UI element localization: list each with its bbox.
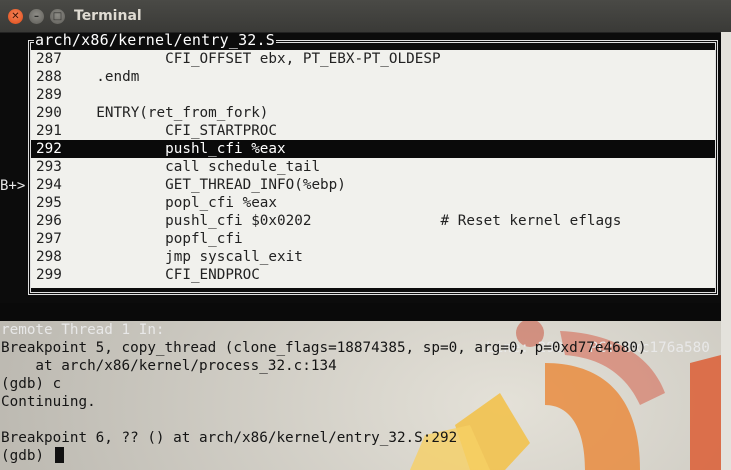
line-code: GET_THREAD_INFO(%ebp) bbox=[61, 177, 346, 193]
line-code: CFI_STARTPROC bbox=[61, 123, 278, 139]
line-number: 296 bbox=[36, 213, 62, 229]
line-code: .endm bbox=[61, 69, 140, 85]
source-line: 293 call schedule_tail bbox=[31, 158, 715, 176]
line-code: ENTRY(ret_from_fork) bbox=[61, 105, 269, 121]
gdb-console[interactable]: Breakpoint 5, copy_thread (clone_flags=1… bbox=[1, 339, 721, 465]
line-number: 298 bbox=[36, 249, 62, 265]
line-code: pushl_cfi $0x0202 # Reset kernel eflags bbox=[61, 213, 622, 229]
line-number: 292 bbox=[36, 141, 62, 157]
source-line: 291 CFI_STARTPROC bbox=[31, 122, 715, 140]
minimize-icon: – bbox=[34, 10, 39, 22]
line-number: 294 bbox=[36, 177, 62, 193]
line-code: CFI_OFFSET ebx, PT_EBX-PT_OLDESP bbox=[61, 51, 441, 67]
thread-status: remote Thread 1 In: bbox=[1, 322, 165, 338]
line-code: popfl_cfi bbox=[61, 231, 243, 247]
source-line: 290 ENTRY(ret_from_fork) bbox=[31, 104, 715, 122]
line-number: 293 bbox=[36, 159, 62, 175]
line-number: 290 bbox=[36, 105, 62, 121]
minimize-window-button[interactable]: – bbox=[29, 9, 44, 24]
console-line: at arch/x86/kernel/process_32.c:134 bbox=[1, 358, 337, 374]
source-code-panel[interactable]: 287 CFI_OFFSET ebx, PT_EBX-PT_OLDESP 288 … bbox=[31, 50, 715, 288]
source-line: 298 jmp syscall_exit bbox=[31, 248, 715, 266]
window-title: Terminal bbox=[74, 8, 142, 24]
line-number: 287 bbox=[36, 51, 62, 67]
close-window-button[interactable]: ✕ bbox=[8, 9, 23, 24]
terminal-area[interactable]: arch/x86/kernel/entry_32.S B+> 287 CFI_O… bbox=[0, 33, 721, 470]
close-icon: ✕ bbox=[11, 10, 20, 22]
source-line: 287 CFI_OFFSET ebx, PT_EBX-PT_OLDESP bbox=[31, 50, 715, 68]
line-number: 289 bbox=[36, 87, 62, 103]
source-line: 297 popfl_cfi bbox=[31, 230, 715, 248]
source-code-lines: 287 CFI_OFFSET ebx, PT_EBX-PT_OLDESP 288 … bbox=[31, 50, 715, 284]
console-line: Breakpoint 5, copy_thread (clone_flags=1… bbox=[1, 340, 647, 356]
source-line: 288 .endm bbox=[31, 68, 715, 86]
line-code: call schedule_tail bbox=[61, 159, 321, 175]
current-source-line: 292 pushl_cfi %eax bbox=[31, 140, 715, 158]
line-number: 299 bbox=[36, 267, 62, 283]
maximize-window-button[interactable]: □ bbox=[50, 9, 65, 24]
source-line: 294 GET_THREAD_INFO(%ebp) bbox=[31, 176, 715, 194]
source-file-title: arch/x86/kernel/entry_32.S bbox=[34, 33, 276, 49]
line-code: popl_cfi %eax bbox=[61, 195, 278, 211]
console-line: Continuing. bbox=[1, 394, 96, 410]
line-number: 297 bbox=[36, 231, 62, 247]
line-number: 295 bbox=[36, 195, 62, 211]
line-code: CFI_ENDPROC bbox=[61, 267, 260, 283]
title-bar: ✕ – □ Terminal bbox=[0, 0, 731, 33]
line-code: jmp syscall_exit bbox=[61, 249, 303, 265]
source-line: 295 popl_cfi %eax bbox=[31, 194, 715, 212]
line-number: 288 bbox=[36, 69, 62, 85]
status-bar: remote Thread 1 In: Line: 292 PC: 0xc176… bbox=[0, 303, 721, 356]
source-line: 299 CFI_ENDPROC bbox=[31, 266, 715, 284]
source-line: 296 pushl_cfi $0x0202 # Reset kernel efl… bbox=[31, 212, 715, 230]
line-number: 291 bbox=[36, 123, 62, 139]
console-line: (gdb) c bbox=[1, 376, 62, 392]
window-edge bbox=[721, 32, 731, 470]
line-code: pushl_cfi %eax bbox=[61, 141, 286, 157]
console-line: Breakpoint 6, ?? () at arch/x86/kernel/e… bbox=[1, 430, 458, 446]
breakpoint-marker: B+> bbox=[0, 178, 26, 194]
gdb-prompt: (gdb) bbox=[1, 448, 53, 464]
text-cursor bbox=[54, 447, 64, 463]
source-line: 289 bbox=[31, 86, 715, 104]
gdb-prompt-line[interactable]: (gdb) bbox=[1, 447, 721, 465]
maximize-icon: □ bbox=[52, 10, 63, 22]
